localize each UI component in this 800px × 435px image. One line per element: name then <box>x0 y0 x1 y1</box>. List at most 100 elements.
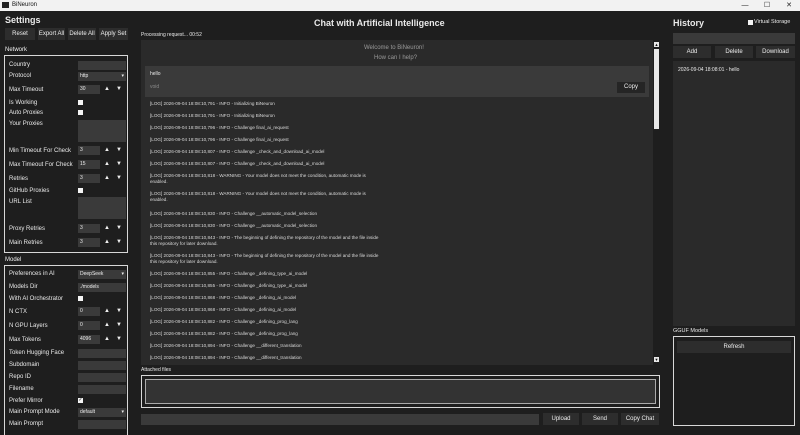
reset-button[interactable]: Reset <box>5 28 35 40</box>
log-entry: [LOG] 2026-09-04 18:08:10,882 - INFO - C… <box>150 319 298 324</box>
prefer-mirror-checkbox[interactable]: ✓ <box>78 398 83 403</box>
proxy-retries-label: Proxy Retries <box>9 226 46 232</box>
country-field[interactable] <box>78 61 126 70</box>
processing-status: Processing request... 00:52 <box>141 32 202 38</box>
arrow-down-icon[interactable]: ▼ <box>116 146 122 155</box>
apply-settings-button[interactable]: Apply Set <box>99 28 128 40</box>
arrow-down-icon[interactable]: ▼ <box>116 224 122 233</box>
log-entry: [LOG] 2026-09-04 18:08:10,855 - INFO - C… <box>150 283 308 288</box>
arrow-up-icon[interactable]: ▲ <box>104 146 110 155</box>
history-download-button[interactable]: Download <box>756 46 795 58</box>
n-ctx-spinbox[interactable]: 0 <box>78 307 100 316</box>
arrow-up-icon[interactable]: ▲ <box>104 85 110 94</box>
main-prompt-mode-label: Main Prompt Mode <box>9 409 60 415</box>
maximize-icon[interactable]: ☐ <box>756 0 778 11</box>
arrow-up-icon[interactable]: ▲ <box>104 307 110 316</box>
with-orchestrator-checkbox[interactable] <box>78 296 83 301</box>
main-prompt-field[interactable] <box>78 420 126 429</box>
scrollbar-thumb[interactable] <box>654 49 659 129</box>
export-all-button[interactable]: Export All <box>38 28 65 40</box>
scroll-up-icon[interactable]: ▲ <box>654 42 659 47</box>
filename-field[interactable] <box>78 385 126 394</box>
preferences-label: Preferences in AI <box>9 271 55 277</box>
repo-id-label: Repo ID <box>9 374 32 380</box>
main-prompt-mode-select[interactable]: default ▾ <box>78 408 126 417</box>
arrow-up-icon[interactable]: ▲ <box>104 174 110 183</box>
title-bar: BiNeuron — ☐ ✕ <box>0 0 800 11</box>
preferences-select[interactable]: DeepSeek ▾ <box>78 270 126 279</box>
attached-files-dropzone[interactable] <box>145 379 656 404</box>
log-entry: [LOG] 2026-09-04 18:08:10,818 - WARNING … <box>150 191 366 202</box>
arrow-down-icon[interactable]: ▼ <box>116 85 122 94</box>
app-window: BiNeuron — ☐ ✕ Settings Reset Export All… <box>0 0 800 435</box>
arrow-down-icon[interactable]: ▼ <box>116 321 122 330</box>
arrow-down-icon[interactable]: ▼ <box>116 160 122 169</box>
your-proxies-textarea[interactable] <box>78 120 126 142</box>
history-item[interactable]: 2026-09-04 18:08:01 - hello <box>678 67 739 73</box>
chat-input[interactable] <box>141 414 539 425</box>
auto-proxies-label: Auto Proxies <box>9 110 44 116</box>
log-entry: [LOG] 2026-09-04 18:08:10,868 - INFO - C… <box>150 295 297 300</box>
close-icon[interactable]: ✕ <box>778 0 800 11</box>
copy-chat-button[interactable]: Copy Chat <box>621 413 659 425</box>
n-gpu-layers-spinbox[interactable]: 0 <box>78 321 100 330</box>
auto-proxies-checkbox[interactable] <box>78 110 83 115</box>
history-add-button[interactable]: Add <box>673 46 711 58</box>
max-tokens-label: Max Tokens <box>9 337 41 343</box>
retries-label: Retries <box>9 176 29 182</box>
models-dir-field[interactable]: ./models <box>78 283 126 292</box>
model-section-title: Model <box>5 257 22 263</box>
history-search-input[interactable] <box>673 33 795 44</box>
welcome-line-1: Welcome to BiNeuron! <box>364 45 424 51</box>
subdomain-field[interactable] <box>78 361 126 370</box>
arrow-down-icon[interactable]: ▼ <box>116 238 122 247</box>
models-dir-label: Models Dir <box>9 284 38 290</box>
protocol-label: Protocol <box>9 73 32 79</box>
window-title: BiNeuron <box>12 2 38 8</box>
arrow-up-icon[interactable]: ▲ <box>104 224 110 233</box>
chevron-down-icon: ▾ <box>121 271 124 277</box>
arrow-up-icon[interactable]: ▲ <box>104 321 110 330</box>
arrow-down-icon[interactable]: ▼ <box>116 174 122 183</box>
proxy-retries-spinbox[interactable]: 3 <box>78 224 100 233</box>
attached-files-box[interactable] <box>141 375 660 408</box>
copy-message-button[interactable]: Copy <box>617 82 645 93</box>
network-panel: Country Protocol http ▾ Max Timeout 30 ▲ … <box>4 55 128 253</box>
repo-id-field[interactable] <box>78 373 126 382</box>
with-orchestrator-label: With AI Orchestrator <box>9 296 64 302</box>
app-icon <box>2 2 9 8</box>
retries-spinbox[interactable]: 3 <box>78 174 100 183</box>
delete-all-button[interactable]: Delete All <box>68 28 96 40</box>
max-timeout-spinbox[interactable]: 30 <box>78 85 100 94</box>
protocol-value: http <box>80 73 89 79</box>
log-entry: [LOG] 2026-09-04 18:08:10,855 - INFO - C… <box>150 271 308 276</box>
is-working-label: Is Working <box>9 100 38 106</box>
main-retries-spinbox[interactable]: 3 <box>78 238 100 247</box>
protocol-select[interactable]: http ▾ <box>78 72 126 81</box>
arrow-up-icon[interactable]: ▲ <box>104 238 110 247</box>
chevron-down-icon: ▾ <box>121 409 124 415</box>
minimize-icon[interactable]: — <box>734 0 756 11</box>
history-delete-button[interactable]: Delete <box>715 46 753 58</box>
arrow-down-icon[interactable]: ▼ <box>116 307 122 316</box>
log-entry: [LOG] 2026-09-04 18:08:10,882 - INFO - C… <box>150 331 298 336</box>
chat-scrollbar[interactable]: ▲ ▼ <box>653 40 660 365</box>
github-proxies-checkbox[interactable] <box>78 188 83 193</box>
is-working-checkbox[interactable] <box>78 100 83 105</box>
arrow-up-icon[interactable]: ▲ <box>104 160 110 169</box>
token-hf-field[interactable] <box>78 349 126 358</box>
country-label: Country <box>9 62 31 68</box>
log-entry: [LOG] 2026-09-04 18:08:10,830 - INFO - C… <box>150 223 318 228</box>
scroll-down-icon[interactable]: ▼ <box>654 357 659 362</box>
arrow-down-icon[interactable]: ▼ <box>116 335 122 344</box>
upload-button[interactable]: Upload <box>543 413 579 425</box>
max-tokens-spinbox[interactable]: 4096 <box>78 335 100 344</box>
arrow-up-icon[interactable]: ▲ <box>104 335 110 344</box>
url-list-textarea[interactable] <box>78 197 126 219</box>
max-timeout-check-spinbox[interactable]: 15 <box>78 160 100 169</box>
min-timeout-check-spinbox[interactable]: 3 <box>78 146 100 155</box>
refresh-button[interactable]: Refresh <box>677 341 791 353</box>
virtual-storage-checkbox[interactable] <box>748 20 753 25</box>
send-button[interactable]: Send <box>582 413 618 425</box>
log-entry: [LOG] 2026-09-04 18:08:10,843 - INFO - T… <box>150 235 379 246</box>
